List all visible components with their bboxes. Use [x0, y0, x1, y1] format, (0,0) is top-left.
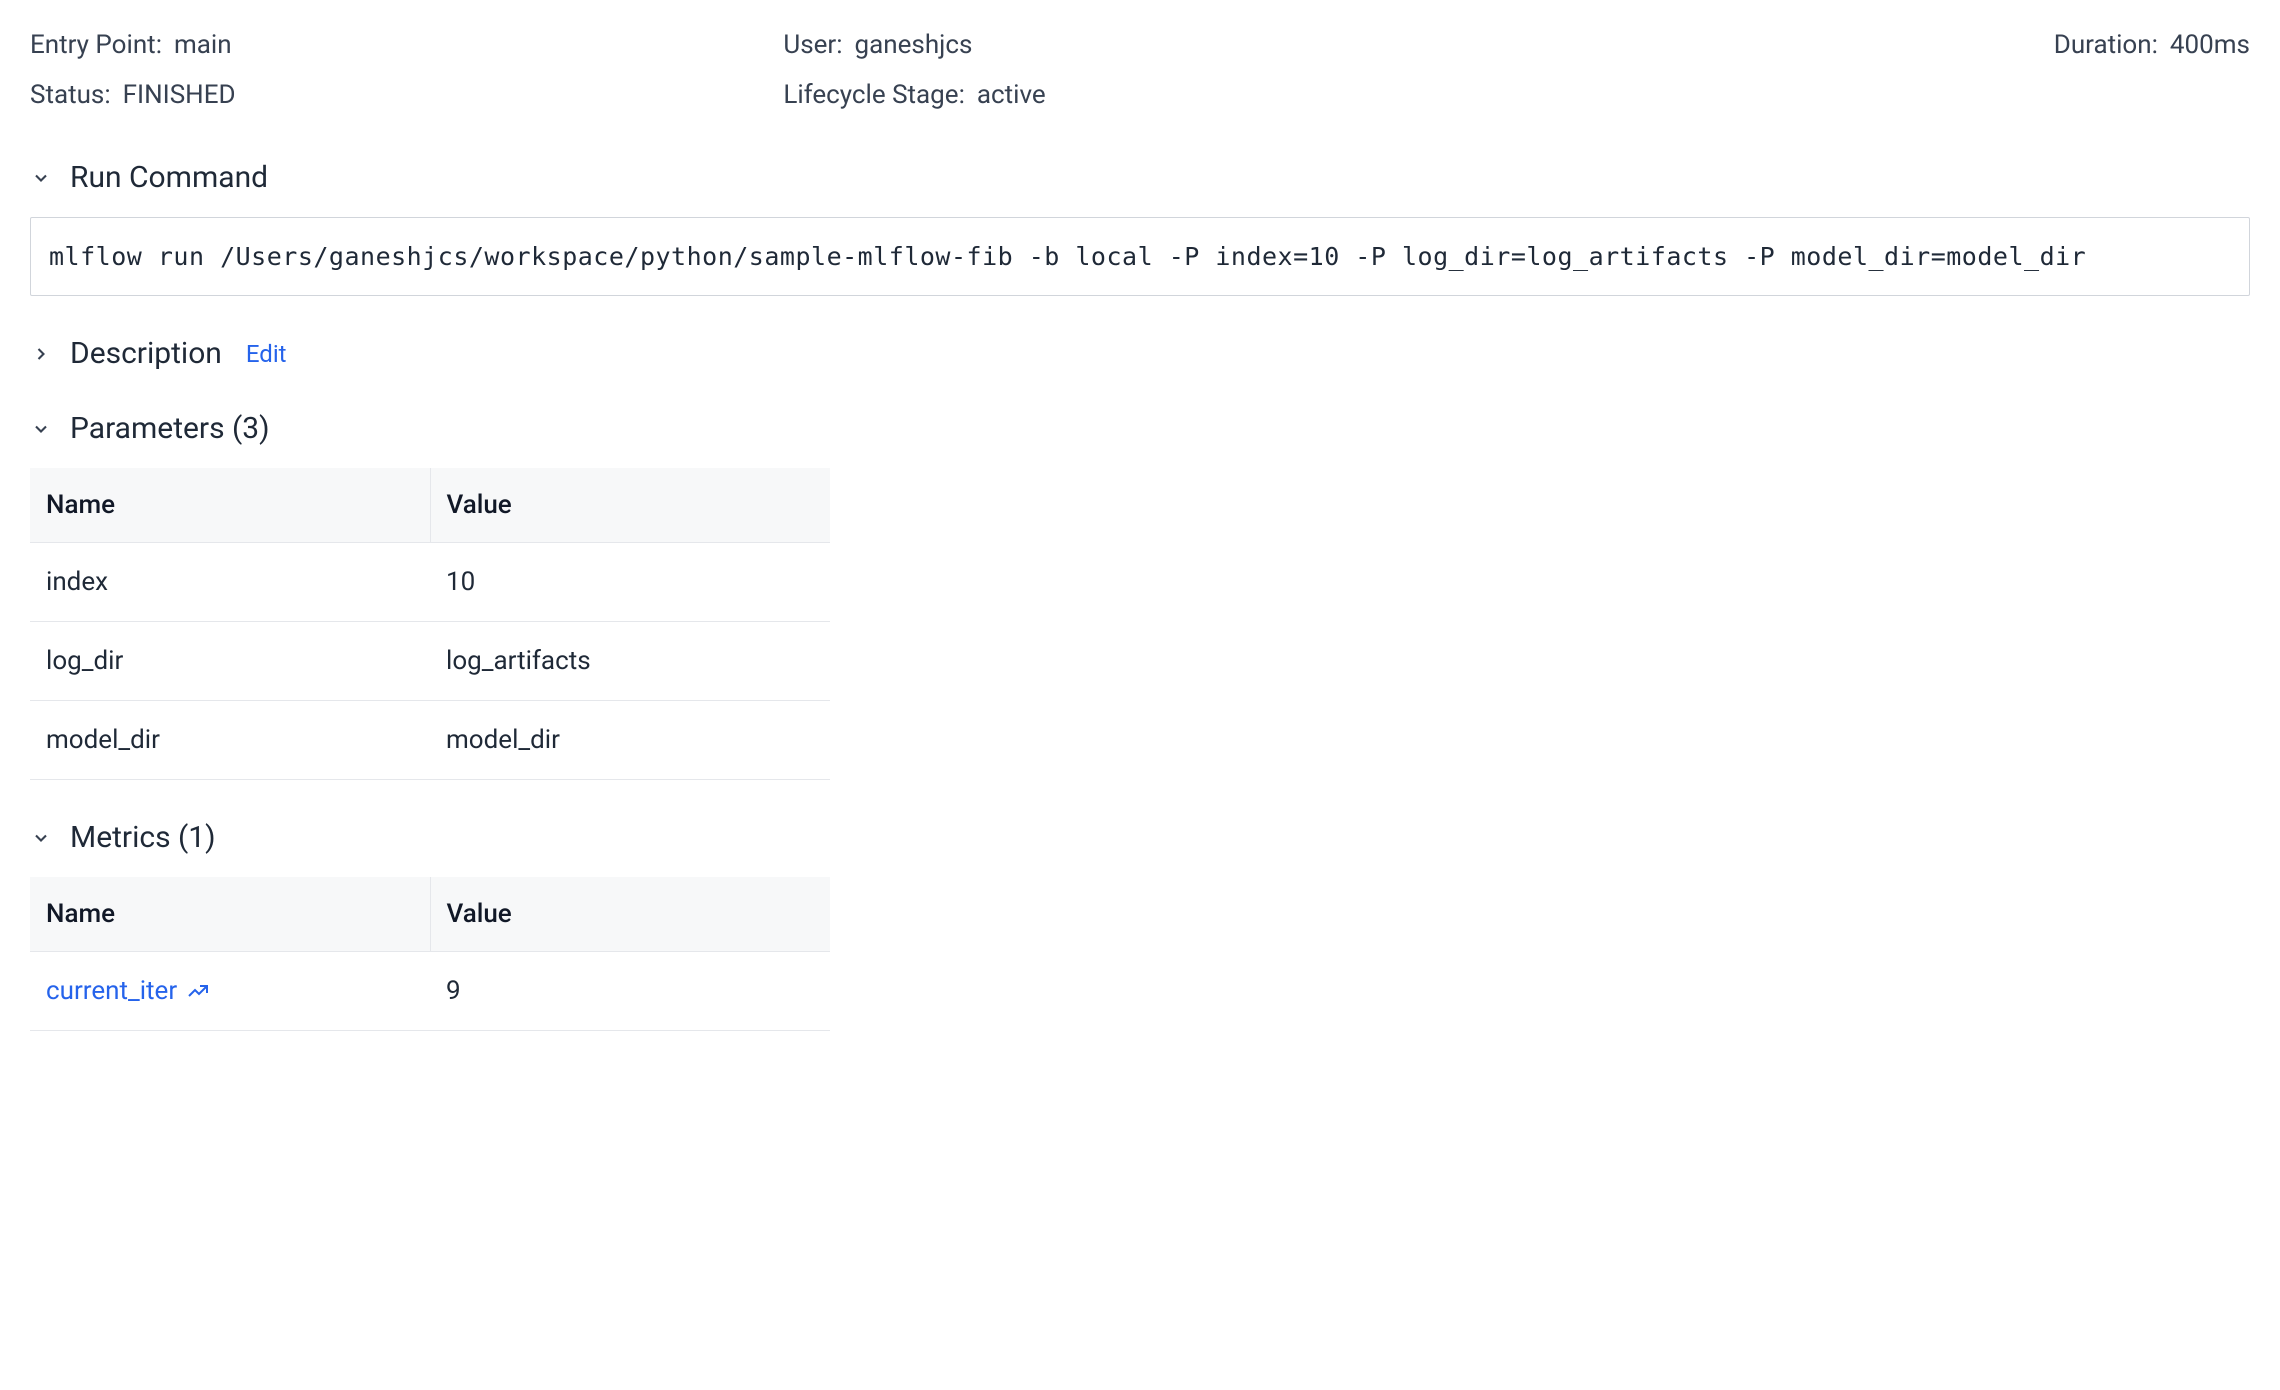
section-run-command: Run Command mlflow run /Users/ganeshjcs/… — [30, 160, 2250, 296]
chart-icon — [185, 978, 211, 1004]
parameters-table: Name Value index 10 log_dir log_artifact… — [30, 468, 830, 780]
description-header[interactable]: Description Edit — [30, 336, 2250, 371]
section-parameters: Parameters (3) Name Value index 10 log_d… — [30, 411, 2250, 780]
table-row: log_dir log_artifacts — [30, 622, 830, 701]
param-name: model_dir — [30, 701, 430, 780]
section-description: Description Edit — [30, 336, 2250, 371]
metrics-header-row: Name Value — [30, 877, 830, 952]
metric-value: 9 — [430, 952, 830, 1031]
entry-point-value: main — [174, 30, 232, 60]
table-row: index 10 — [30, 543, 830, 622]
duration-value: 400ms — [2170, 30, 2250, 60]
col-value: Value — [430, 877, 830, 952]
chevron-right-icon — [30, 343, 52, 365]
parameters-header[interactable]: Parameters (3) — [30, 411, 2250, 446]
user-label: User — [783, 30, 854, 60]
metrics-header[interactable]: Metrics (1) — [30, 820, 2250, 855]
duration-label: Duration — [2054, 30, 2170, 60]
parameters-header-row: Name Value — [30, 468, 830, 543]
metrics-title: Metrics (1) — [70, 820, 216, 855]
lifecycle-label: Lifecycle Stage — [783, 80, 977, 110]
metric-link[interactable]: current_iter — [46, 976, 211, 1006]
user-value: ganeshjcs — [855, 30, 973, 60]
parameters-title: Parameters (3) — [70, 411, 270, 446]
metric-name-cell: current_iter — [30, 952, 430, 1031]
run-command-header[interactable]: Run Command — [30, 160, 2250, 195]
run-command-title: Run Command — [70, 160, 268, 195]
param-name: index — [30, 543, 430, 622]
info-lifecycle: Lifecycle Stage active — [783, 80, 1496, 110]
info-duration: Duration 400ms — [1537, 30, 2250, 60]
info-user: User ganeshjcs — [783, 30, 1496, 60]
section-metrics: Metrics (1) Name Value current_iter 9 — [30, 820, 2250, 1031]
status-value: FINISHED — [123, 80, 236, 110]
entry-point-label: Entry Point — [30, 30, 174, 60]
run-command-text[interactable]: mlflow run /Users/ganeshjcs/workspace/py… — [30, 217, 2250, 296]
chevron-down-icon — [30, 418, 52, 440]
run-info-grid: Entry Point main User ganeshjcs Duration… — [30, 30, 2250, 110]
info-status: Status FINISHED — [30, 80, 743, 110]
lifecycle-value: active — [977, 80, 1046, 110]
col-name: Name — [30, 468, 430, 543]
info-entry-point: Entry Point main — [30, 30, 743, 60]
chevron-down-icon — [30, 827, 52, 849]
metric-name: current_iter — [46, 976, 177, 1006]
col-value: Value — [430, 468, 830, 543]
metrics-table: Name Value current_iter 9 — [30, 877, 830, 1031]
table-row: current_iter 9 — [30, 952, 830, 1031]
col-name: Name — [30, 877, 430, 952]
chevron-down-icon — [30, 167, 52, 189]
param-name: log_dir — [30, 622, 430, 701]
description-title: Description — [70, 336, 222, 371]
description-edit-link[interactable]: Edit — [246, 340, 287, 368]
status-label: Status — [30, 80, 123, 110]
param-value: model_dir — [430, 701, 830, 780]
table-row: model_dir model_dir — [30, 701, 830, 780]
param-value: log_artifacts — [430, 622, 830, 701]
param-value: 10 — [430, 543, 830, 622]
